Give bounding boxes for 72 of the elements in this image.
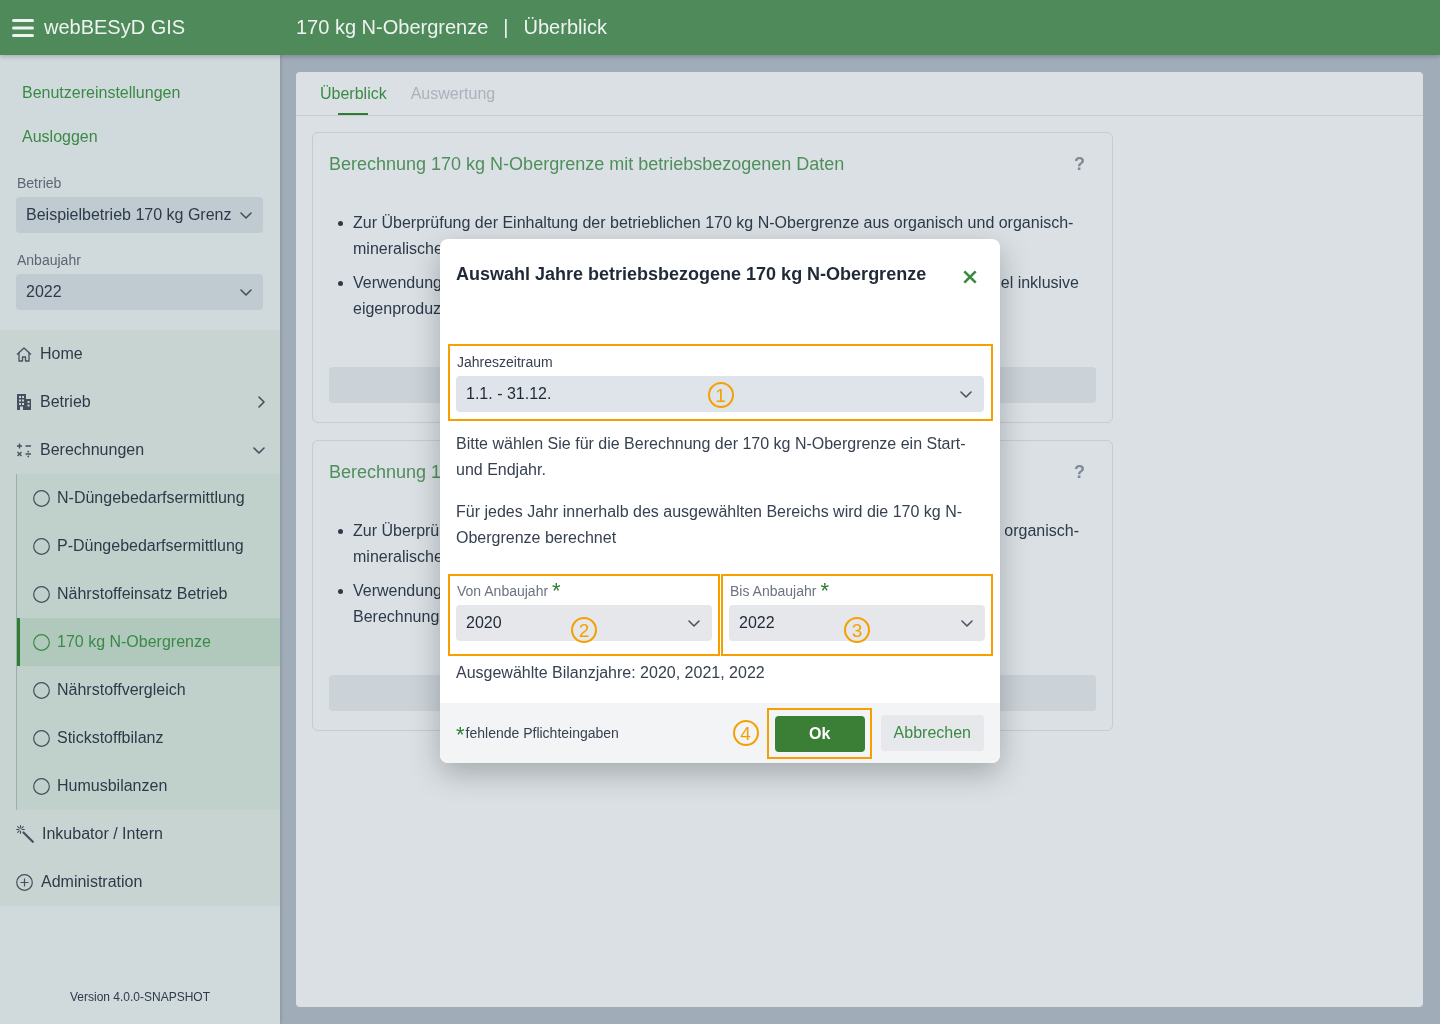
- bullet-text: mineralische: [353, 239, 443, 259]
- callout-marker: 2: [571, 617, 597, 643]
- home-icon: [16, 346, 32, 362]
- version-text: Version 4.0.0-SNAPSHOT: [69, 990, 211, 1004]
- bullet-text: organisch-: [1004, 521, 1079, 541]
- submenu-item[interactable]: Nährstoffeinsatz Betrieb: [17, 570, 280, 618]
- card-title: Berechnung 170 kg N-Obergrenze mit betriebsbezogenen Daten: [329, 153, 845, 176]
- card-title: Berechnung 1: [329, 461, 442, 484]
- bullet-text: Berechnung: [353, 607, 440, 627]
- circle-icon: [33, 537, 50, 555]
- magic-wand-icon: [16, 825, 34, 843]
- bullet-text: Verwendung: [353, 273, 442, 293]
- field-label: Anbaujahr: [16, 251, 81, 270]
- bullet-text: Verwendung: [353, 581, 442, 601]
- circle-icon: [33, 633, 50, 651]
- nav-item[interactable]: Betrieb: [0, 378, 280, 426]
- required-mark: *: [820, 581, 829, 601]
- nav-item[interactable]: Administration: [0, 858, 280, 906]
- field-label: Bis Anbaujahr: [729, 582, 817, 601]
- submenu-item[interactable]: Humusbilanzen: [17, 762, 280, 810]
- selection-summary: Ausgewählte Bilanzjahre: 2020, 2021, 2022: [455, 663, 765, 683]
- dialog-title: Auswahl Jahre betriebsbezogene 170 kg N-Obergrenze: [456, 263, 927, 286]
- circle-icon: [33, 729, 50, 747]
- circle-icon: [33, 777, 50, 795]
- nav-item[interactable]: Berechnungen: [0, 426, 280, 474]
- plus-circle-icon: [16, 873, 33, 891]
- submenu-item[interactable]: N-Düngebedarfsermittlung: [17, 474, 280, 522]
- submenu-item[interactable]: P-Düngebedarfsermittlung: [17, 522, 280, 570]
- math-operators-icon: [16, 442, 32, 458]
- legend-text: fehlende Pflichteingaben: [465, 725, 619, 741]
- bullet-text: eigenproduz: [353, 299, 442, 319]
- submenu-item[interactable]: Nährstoffvergleich: [17, 666, 280, 714]
- close-icon: [963, 270, 977, 284]
- bullet-text: Zur Überprüfung der Einhaltung der betrieblichen 170 kg N-Obergrenze aus organisch und organisch-: [353, 213, 1074, 233]
- chevron-down-icon: [960, 390, 972, 398]
- chevron-down-icon: [688, 619, 700, 627]
- dialog-text: Für jedes Jahr innerhalb des ausgewählten Bereichs wird die 170 kg N-Obergrenze berechnet: [455, 502, 964, 548]
- bullet-icon: [338, 589, 343, 594]
- submenu-item[interactable]: Stickstoffbilanz: [17, 714, 280, 762]
- app-title: webBESyD GIS: [44, 16, 186, 39]
- select-field[interactable]: 2022: [16, 274, 263, 310]
- cancel-button[interactable]: Abbrechen: [880, 715, 984, 751]
- chevron-down-icon: [961, 619, 973, 627]
- callout-marker: 4: [732, 720, 759, 746]
- nav-item[interactable]: Home: [0, 330, 280, 378]
- select-field[interactable]: Beispielbetrieb 170 kg Grenz: [16, 197, 263, 233]
- bullet-text: mineralische: [353, 547, 443, 567]
- chevron-down-icon: [240, 288, 252, 296]
- section-title: Überblick: [523, 16, 607, 39]
- ok-button[interactable]: Ok: [774, 715, 865, 752]
- bullet-text: Zur Überprü: [353, 521, 440, 541]
- bullet-text: el inklusive: [1000, 273, 1079, 293]
- nav-item[interactable]: Inkubator / Intern: [0, 810, 280, 858]
- dialog-text: Bitte wählen Sie für die Berechnung der 170 kg N-Obergrenze ein Start- und Endjahr.: [455, 434, 967, 480]
- bullet-icon: [338, 221, 343, 226]
- circle-icon: [33, 681, 50, 699]
- required-mark: *: [456, 725, 465, 745]
- callout-marker: 1: [707, 382, 734, 408]
- field-label: Betrieb: [16, 174, 62, 193]
- field-label: Von Anbaujahr: [456, 582, 549, 601]
- title-separator: |: [503, 16, 509, 39]
- callout-marker: 3: [844, 617, 870, 643]
- circle-icon: [33, 489, 50, 507]
- building-icon: [16, 394, 32, 410]
- page-title: 170 kg N-Obergrenze: [296, 16, 489, 39]
- bullet-icon: [338, 281, 343, 286]
- menu-icon: [12, 18, 34, 37]
- chevron-down-icon: [240, 211, 252, 219]
- required-mark: *: [552, 581, 561, 601]
- circle-icon: [33, 585, 50, 603]
- bullet-icon: [338, 529, 343, 534]
- field-label: Jahreszeitraum: [456, 353, 553, 372]
